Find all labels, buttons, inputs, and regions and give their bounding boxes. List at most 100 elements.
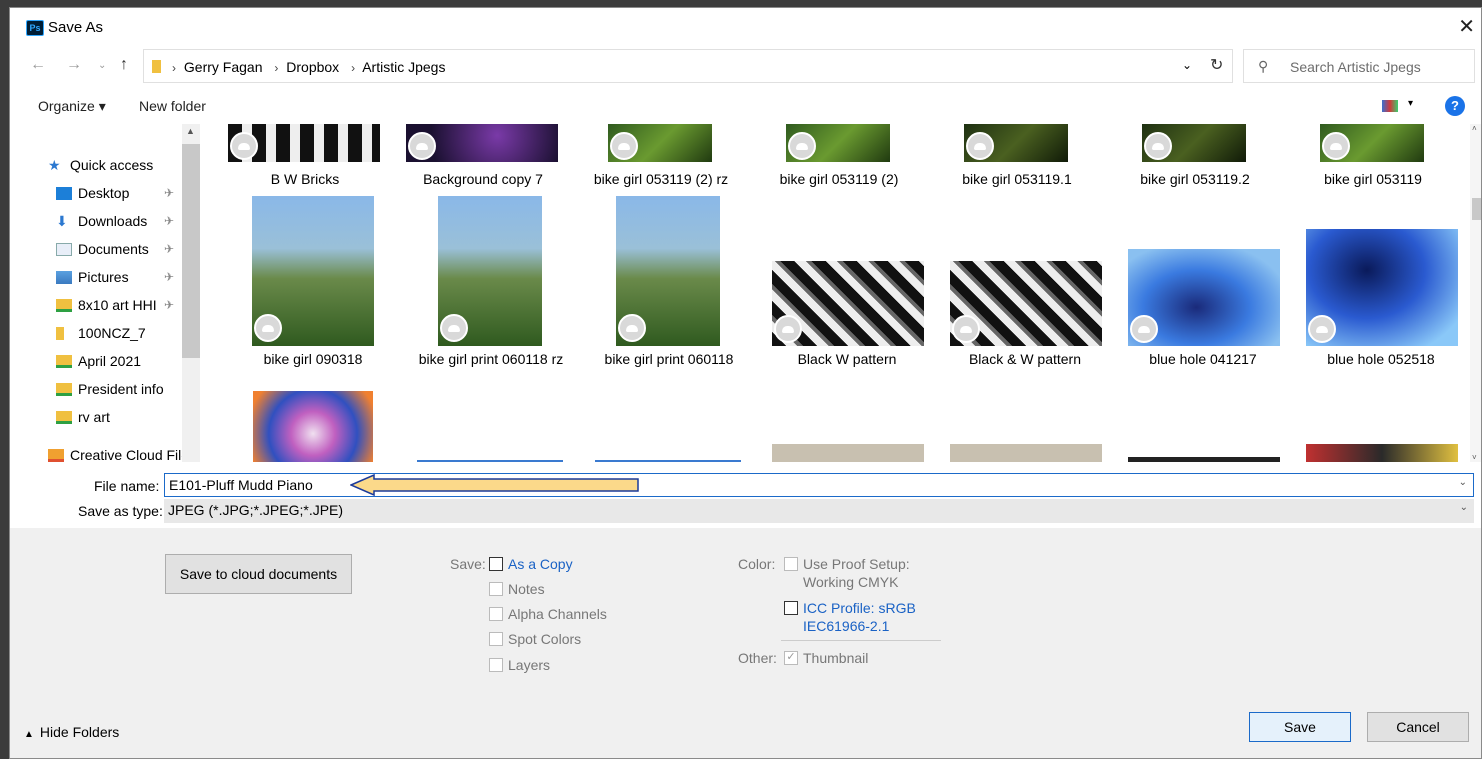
save-to-cloud-documents-button[interactable]: Save to cloud documents xyxy=(165,554,352,594)
address-dropdown-chevron-icon[interactable]: ⌄ xyxy=(1182,58,1192,72)
forward-arrow-icon[interactable]: → xyxy=(66,56,82,74)
sidebar-item-creative-cloud-files[interactable]: Creative Cloud Fil‹ xyxy=(48,444,186,462)
save-as-dialog: Ps Save As ✕ ← → ⌄ ↑ › Gerry Fagan › Dro… xyxy=(9,7,1482,759)
file-thumbnail[interactable] xyxy=(1306,229,1458,346)
file-name-label[interactable]: blue hole 052518 xyxy=(1292,350,1470,368)
crumb-artistic-jpegs[interactable]: Artistic Jpegs xyxy=(362,59,445,75)
as-a-copy-label[interactable]: As a Copy xyxy=(508,556,573,572)
file-thumbnail[interactable] xyxy=(772,444,924,462)
search-box[interactable]: ⚲ Search Artistic Jpegs xyxy=(1243,49,1475,83)
file-name-label[interactable]: bike girl 053119.2 xyxy=(1106,170,1284,188)
pin-icon: ✈ xyxy=(164,186,175,200)
pictures-icon xyxy=(56,270,72,284)
save-button[interactable]: Save xyxy=(1249,712,1351,742)
save-as-type-select[interactable]: JPEG (*.JPG;*.JPEG;*.JPE) ⌄ xyxy=(164,499,1474,523)
sidebar-item-label: Desktop xyxy=(78,185,130,201)
sidebar-item-rv-art[interactable]: rv art xyxy=(56,406,110,428)
file-thumbnail[interactable] xyxy=(950,261,1102,346)
icc-profile-checkbox[interactable] xyxy=(784,601,798,615)
scroll-up-arrow-icon[interactable]: ▲ xyxy=(186,126,195,136)
star-icon: ★ xyxy=(48,156,61,173)
crumb-dropbox[interactable]: Dropbox xyxy=(286,59,339,75)
icc-profile-label[interactable]: ICC Profile: sRGB xyxy=(803,600,916,616)
icc-profile-label-2[interactable]: IEC61966-2.1 xyxy=(803,618,889,634)
sidebar-item-quick-access[interactable]: ★ Quick access xyxy=(48,154,153,176)
cancel-button[interactable]: Cancel xyxy=(1367,712,1469,742)
file-thumbnail[interactable] xyxy=(1306,444,1458,462)
organize-menu[interactable]: Organize ▾ xyxy=(38,98,106,115)
breadcrumb-chevron-icon: › xyxy=(274,61,279,75)
sidebar-item-8x10-art-hhi[interactable]: 8x10 art HHI xyxy=(56,294,157,316)
use-proof-setup-checkbox[interactable] xyxy=(784,557,798,571)
file-name-label[interactable]: bike girl 053119 (2) xyxy=(750,170,928,188)
sidebar-scroll-thumb[interactable] xyxy=(182,144,200,358)
change-view-icon[interactable] xyxy=(1382,100,1398,112)
cloud-status-icon xyxy=(254,314,282,342)
help-button[interactable]: ? xyxy=(1445,96,1465,116)
file-list-scroll-thumb[interactable] xyxy=(1472,198,1481,220)
file-name-label[interactable]: blue hole 041217 xyxy=(1114,350,1292,368)
file-thumbnail[interactable] xyxy=(786,124,890,162)
file-thumbnail[interactable] xyxy=(964,124,1068,162)
file-thumbnail[interactable] xyxy=(1320,124,1424,162)
layers-label: Layers xyxy=(508,657,551,673)
sidebar-item-pictures[interactable]: Pictures xyxy=(56,266,129,288)
file-name-label[interactable]: bike girl print 060118 xyxy=(580,350,758,368)
new-folder-button[interactable]: New folder xyxy=(139,98,206,114)
as-a-copy-checkbox[interactable] xyxy=(489,557,503,571)
file-name-label[interactable]: bike girl print 060118 rz xyxy=(402,350,580,368)
file-thumbnail[interactable] xyxy=(1142,124,1246,162)
file-thumbnail[interactable] xyxy=(950,444,1102,462)
scroll-down-arrow-icon[interactable]: ˅ xyxy=(1472,453,1477,462)
sidebar-scrollbar[interactable]: ▲ xyxy=(182,124,200,462)
notes-checkbox[interactable] xyxy=(489,582,503,596)
address-bar[interactable]: › Gerry Fagan › Dropbox › Artistic Jpegs… xyxy=(143,49,1233,83)
sidebar-item-april-2021[interactable]: April 2021 xyxy=(56,350,141,372)
file-name-label[interactable]: B W Bricks xyxy=(216,170,394,188)
file-list-scrollbar[interactable]: ˄ ˅ xyxy=(1470,124,1481,462)
file-name-label[interactable]: bike girl 090318 xyxy=(224,350,402,368)
hide-folders-button[interactable]: ▲ Hide Folders xyxy=(24,724,119,740)
cloud-status-icon xyxy=(952,315,980,343)
scroll-up-arrow-icon[interactable]: ˄ xyxy=(1472,124,1477,133)
spot-colors-checkbox[interactable] xyxy=(489,632,503,646)
sidebar-item-label: 8x10 art HHI xyxy=(78,297,157,313)
file-thumbnail[interactable] xyxy=(417,460,563,462)
save-as-type-dropdown-chevron-icon[interactable]: ⌄ xyxy=(1460,502,1468,513)
recent-locations-chevron-icon[interactable]: ⌄ xyxy=(98,60,106,71)
file-thumbnail[interactable] xyxy=(1128,249,1280,346)
view-dropdown-chevron-icon[interactable]: ▾ xyxy=(1408,98,1413,109)
other-options-label: Other: xyxy=(738,650,777,666)
file-name-label[interactable]: Background copy 7 xyxy=(394,170,572,188)
sidebar-item-downloads[interactable]: ⬇ Downloads xyxy=(56,210,147,232)
file-name-label[interactable]: Black W pattern xyxy=(758,350,936,368)
sidebar-item-100ncz-7[interactable]: 100NCZ_7 xyxy=(56,322,146,344)
file-thumbnail[interactable] xyxy=(1128,457,1280,462)
sidebar-item-label: Pictures xyxy=(78,269,129,285)
sidebar-item-desktop[interactable]: Desktop xyxy=(56,182,129,204)
sidebar-item-president-info[interactable]: President info xyxy=(56,378,164,400)
layers-checkbox[interactable] xyxy=(489,658,503,672)
up-arrow-icon[interactable]: ↑ xyxy=(120,56,128,74)
file-thumbnail[interactable] xyxy=(252,196,374,346)
file-thumbnail[interactable] xyxy=(616,196,720,346)
back-arrow-icon[interactable]: ← xyxy=(30,56,46,74)
file-name-label[interactable]: bike girl 053119.1 xyxy=(928,170,1106,188)
file-thumbnail[interactable] xyxy=(608,124,712,162)
file-name-label[interactable]: Black & W pattern xyxy=(936,350,1114,368)
file-thumbnail[interactable] xyxy=(228,124,380,162)
file-thumbnail[interactable] xyxy=(406,124,558,162)
file-thumbnail[interactable] xyxy=(253,391,373,462)
sidebar-item-documents[interactable]: Documents xyxy=(56,238,149,260)
file-name-label[interactable]: bike girl 053119 xyxy=(1284,170,1462,188)
thumbnail-checkbox[interactable]: ✓ xyxy=(784,651,798,665)
alpha-channels-checkbox[interactable] xyxy=(489,607,503,621)
file-thumbnail[interactable] xyxy=(595,460,741,462)
file-name-label[interactable]: bike girl 053119 (2) rz xyxy=(572,170,750,188)
refresh-icon[interactable]: ↻ xyxy=(1210,55,1223,75)
close-icon[interactable]: ✕ xyxy=(1458,14,1475,39)
file-thumbnail[interactable] xyxy=(772,261,924,346)
file-name-dropdown-chevron-icon[interactable]: ⌄ xyxy=(1459,477,1467,488)
crumb-gerry-fagan[interactable]: Gerry Fagan xyxy=(184,59,263,75)
file-thumbnail[interactable] xyxy=(438,196,542,346)
